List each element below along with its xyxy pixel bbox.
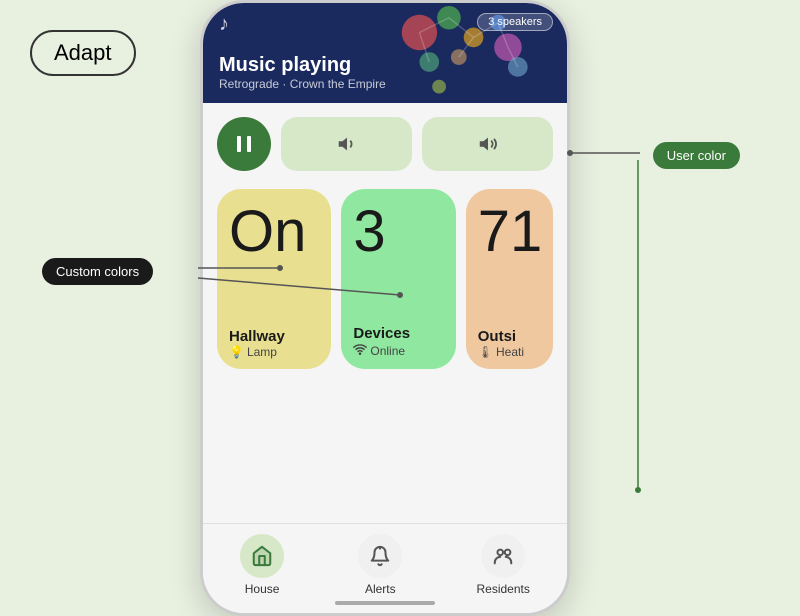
cards-row: On Hallway 💡 Lamp 3 Devices bbox=[203, 179, 567, 379]
nav-residents-label: Residents bbox=[477, 582, 530, 596]
nav-house-label: House bbox=[245, 582, 280, 596]
user-color-annotation: User color bbox=[653, 142, 740, 169]
phone-frame: ♪ 3 speakers Music playing Retrograde · … bbox=[200, 0, 570, 616]
devices-count: 3 bbox=[353, 203, 443, 261]
nav-alerts[interactable]: Alerts bbox=[358, 534, 402, 596]
home-bar bbox=[335, 601, 435, 605]
bell-icon-bg bbox=[358, 534, 402, 578]
wifi-icon bbox=[353, 342, 367, 359]
music-note-icon: ♪ bbox=[219, 13, 229, 36]
devices-label: Devices bbox=[353, 325, 443, 342]
hallway-lamp-card[interactable]: On Hallway 💡 Lamp bbox=[217, 189, 331, 369]
lamp-icon: 💡 bbox=[229, 345, 244, 359]
nav-residents[interactable]: Residents bbox=[477, 534, 530, 596]
nav-house[interactable]: House bbox=[240, 534, 284, 596]
hallway-lamp-label: Hallway bbox=[229, 328, 319, 345]
custom-colors-annotation: Custom colors bbox=[42, 258, 153, 285]
people-icon-bg bbox=[481, 534, 525, 578]
devices-online-card[interactable]: 3 Devices Online bbox=[341, 189, 455, 369]
adapt-label: Adapt bbox=[30, 30, 136, 76]
outside-label: Outsi bbox=[478, 328, 541, 345]
hallway-lamp-sublabel: 💡 Lamp bbox=[229, 345, 319, 359]
hallway-lamp-status: On bbox=[229, 203, 319, 261]
speakers-badge: 3 speakers bbox=[477, 13, 553, 31]
pause-button[interactable] bbox=[217, 117, 271, 171]
controls-row bbox=[203, 103, 567, 179]
outside-sublabel: 🌡 Heati bbox=[478, 345, 541, 359]
home-icon-bg bbox=[240, 534, 284, 578]
music-banner[interactable]: ♪ 3 speakers Music playing Retrograde · … bbox=[203, 3, 567, 103]
devices-sublabel: Online bbox=[353, 342, 443, 359]
bottom-nav: House Alerts Residents bbox=[203, 523, 567, 613]
music-title: Music playing bbox=[219, 54, 551, 77]
outside-temp: 71 bbox=[478, 203, 541, 261]
volume-down-button[interactable] bbox=[281, 117, 412, 171]
music-subtitle: Retrograde · Crown the Empire bbox=[219, 77, 551, 91]
nav-alerts-label: Alerts bbox=[365, 582, 396, 596]
volume-up-button[interactable] bbox=[422, 117, 553, 171]
thermometer-icon: 🌡 bbox=[478, 345, 493, 359]
outside-heating-card[interactable]: 71 Outsi 🌡 Heati bbox=[466, 189, 553, 369]
